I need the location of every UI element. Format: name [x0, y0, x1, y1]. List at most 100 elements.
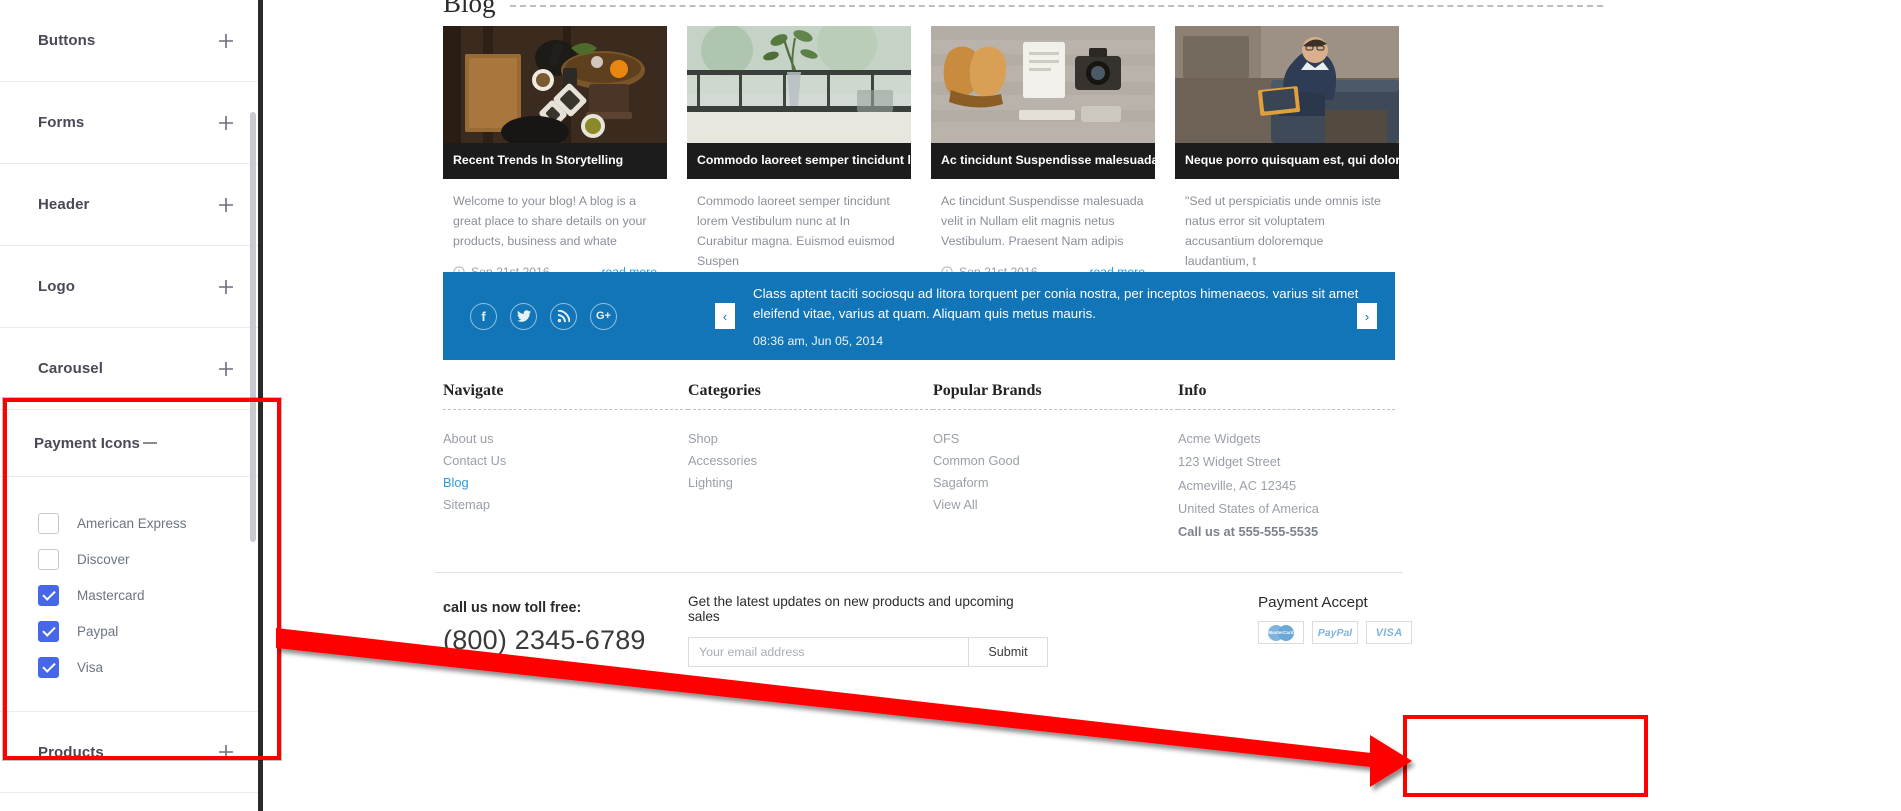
checkbox-paypal[interactable] — [38, 620, 59, 642]
checkbox-label: Mastercard — [77, 587, 145, 603]
blog-card-title: Neque porro quisquam est, qui dolorem — [1175, 143, 1399, 179]
sidebar-item-label: Payment Icons — [34, 434, 140, 452]
footer-link-view-all[interactable]: View All — [933, 493, 1178, 515]
footer-divider — [435, 572, 1403, 573]
info-phone: Call us at 555-555-5535 — [1178, 524, 1319, 540]
checkbox-label: American Express — [77, 515, 187, 531]
blog-card[interactable]: Ac tincidunt Suspendisse malesuada Ac ti… — [931, 26, 1155, 312]
footer-link-ofs[interactable]: OFS — [933, 427, 1178, 449]
footer-column-divider — [933, 409, 1178, 410]
sidebar-item-label: Forms — [38, 114, 85, 131]
newsletter-label: Get the latest updates on new products a… — [688, 594, 1014, 624]
rss-icon[interactable] — [550, 302, 577, 330]
checkbox-discover[interactable] — [38, 548, 59, 570]
footer-link-contact-us[interactable]: Contact Us — [443, 449, 688, 471]
info-company-name: Acme Widgets — [1178, 431, 1261, 446]
blog-card-grid: Recent Trends In Storytelling Welcome to… — [443, 26, 1399, 312]
checkbox-label: Visa — [77, 659, 104, 675]
paypal-icon: PayPal — [1312, 621, 1358, 644]
blog-card-excerpt: Welcome to your blog! A blog is a great … — [453, 193, 647, 248]
testimonial-timestamp: 08:36 am, Jun 05, 2014 — [753, 334, 884, 349]
checkbox-row-american-express[interactable]: American Express — [0, 505, 258, 541]
checkbox-label: Paypal — [77, 623, 119, 639]
plus-icon[interactable] — [216, 277, 236, 297]
checkbox-row-paypal[interactable]: Paypal — [0, 613, 258, 649]
info-city: Acmeville, AC 12345 — [1178, 477, 1297, 493]
sidebar-panel: Buttons Forms Header Logo Carousel Payme… — [0, 0, 258, 811]
payment-accept-title: Payment Accept — [1258, 594, 1368, 611]
footer-column-title: Categories — [688, 382, 761, 399]
plus-icon[interactable] — [216, 742, 236, 762]
paypal-label: PayPal — [1317, 626, 1353, 639]
sidebar-item-header[interactable]: Header — [0, 164, 258, 246]
sidebar-item-carousel[interactable]: Carousel — [0, 328, 258, 410]
checkbox-row-discover[interactable]: Discover — [0, 541, 258, 577]
payment-icons-checkbox-list: American Express Discover Mastercard Pay… — [0, 477, 258, 711]
submit-button[interactable]: Submit — [968, 637, 1048, 667]
newsletter-block: Get the latest updates on new products a… — [688, 592, 1048, 667]
footer-column-info: Info Acme Widgets 123 Widget Street Acme… — [1178, 382, 1395, 543]
blog-card[interactable]: Neque porro quisquam est, qui dolorem "S… — [1175, 26, 1399, 312]
footer-column-title: Popular Brands — [933, 382, 1042, 399]
checkbox-row-visa[interactable]: Visa — [0, 649, 258, 685]
footer-column-divider — [688, 409, 933, 410]
carousel-next-button[interactable]: › — [1357, 303, 1377, 329]
minus-icon[interactable] — [140, 433, 160, 453]
sidebar-item-logo[interactable]: Logo — [0, 246, 258, 328]
info-street: 123 Widget Street — [1178, 454, 1281, 470]
toll-free-block: call us now toll free: (800) 2345-6789 — [443, 592, 688, 656]
blog-card-title: Commodo laoreet semper tincidunt lorem — [687, 143, 911, 179]
sidebar-item-buttons[interactable]: Buttons — [0, 0, 258, 82]
footer-link-columns: Navigate About us Contact Us Blog Sitema… — [443, 382, 1395, 543]
sidebar-item-label: Products — [38, 743, 104, 761]
footer-link-sitemap[interactable]: Sitemap — [443, 493, 688, 515]
footer-link-lighting[interactable]: Lighting — [688, 471, 933, 493]
plus-icon[interactable] — [216, 31, 236, 51]
email-input[interactable] — [688, 637, 968, 667]
checkbox-mastercard[interactable] — [38, 584, 59, 606]
mastercard-label: MasterCard — [1268, 629, 1294, 635]
footer-column-title: Navigate — [443, 382, 504, 399]
blog-card-image — [443, 26, 667, 143]
blog-card-excerpt: Commodo laoreet semper tincidunt lorem V… — [697, 193, 895, 269]
footer-link-common-good[interactable]: Common Good — [933, 449, 1178, 471]
sidebar-item-label: Logo — [38, 278, 76, 295]
facebook-icon[interactable]: f — [470, 302, 497, 330]
site-preview: Blog Recent Trends In Storytelling Welco… — [263, 0, 1901, 811]
sidebar-section-payment-icons: Payment Icons American Express Discover … — [0, 410, 258, 711]
sidebar-scrollbar[interactable] — [250, 112, 256, 542]
toll-free-number: (800) 2345-6789 — [443, 625, 646, 655]
sidebar-item-payment-icons[interactable]: Payment Icons — [0, 410, 258, 477]
plus-icon[interactable] — [216, 113, 236, 133]
blog-card-image — [687, 26, 911, 143]
footer-link-about-us[interactable]: About us — [443, 427, 688, 449]
footer-link-shop[interactable]: Shop — [688, 427, 933, 449]
footer-column-divider — [443, 409, 688, 410]
checkbox-american-express[interactable] — [38, 512, 59, 534]
footer-link-blog[interactable]: Blog — [443, 471, 688, 493]
twitter-icon[interactable] — [510, 302, 537, 330]
visa-icon: VISA — [1366, 621, 1412, 644]
blog-section-heading: Blog — [443, 0, 1603, 19]
checkbox-visa[interactable] — [38, 656, 59, 678]
blog-card-image — [931, 26, 1155, 143]
payment-accept-block: Payment Accept MasterCard PayPal VISA — [1258, 594, 1454, 660]
blog-card-title: Recent Trends In Storytelling — [443, 143, 667, 179]
google-plus-icon[interactable]: G+ — [590, 302, 617, 330]
sidebar-item-forms[interactable]: Forms — [0, 82, 258, 164]
page-title: Blog — [443, 0, 510, 19]
sidebar-item-products[interactable]: Products — [0, 711, 258, 793]
newsletter-form: Submit — [688, 637, 1048, 667]
payment-accept-icon-row: MasterCard PayPal VISA — [1258, 621, 1454, 644]
plus-icon[interactable] — [216, 359, 236, 379]
mastercard-icon: MasterCard — [1258, 621, 1304, 644]
checkbox-row-mastercard[interactable]: Mastercard — [0, 577, 258, 613]
footer-link-sagaform[interactable]: Sagaform — [933, 471, 1178, 493]
blog-card[interactable]: Recent Trends In Storytelling Welcome to… — [443, 26, 667, 312]
testimonial-quote: Class aptent taciti sociosqu ad litora t… — [753, 285, 1359, 321]
blog-card[interactable]: Commodo laoreet semper tincidunt lorem C… — [687, 26, 911, 312]
carousel-prev-button[interactable]: ‹ — [715, 303, 735, 329]
checkbox-label: Discover — [77, 551, 130, 567]
plus-icon[interactable] — [216, 195, 236, 215]
footer-link-accessories[interactable]: Accessories — [688, 449, 933, 471]
